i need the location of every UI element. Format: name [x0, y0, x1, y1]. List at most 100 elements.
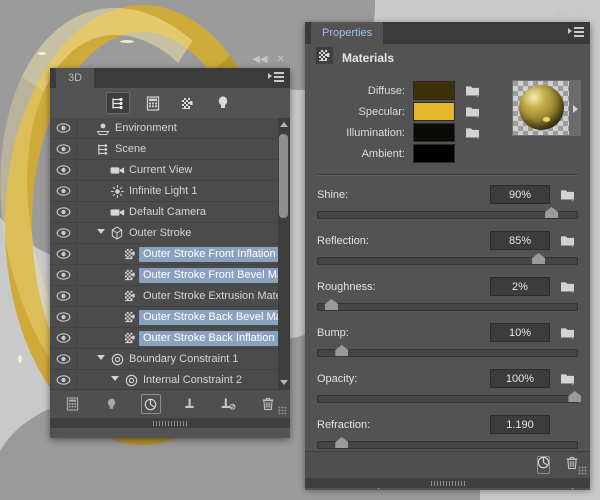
visibility-toggle[interactable] — [50, 244, 77, 264]
materials-filter-button[interactable] — [176, 92, 200, 114]
close-icon[interactable]: ✕ — [277, 55, 285, 65]
slider-value-field[interactable]: 10% — [490, 323, 550, 342]
scene-row-body[interactable]: Default Camera — [77, 202, 290, 222]
visibility-toggle[interactable] — [50, 349, 77, 369]
scene-row-body[interactable]: Current View — [77, 160, 290, 180]
slider-thumb[interactable] — [532, 253, 546, 264]
scene-list-row[interactable]: Infinite Light 1 — [50, 181, 290, 202]
slider-thumb[interactable] — [568, 391, 582, 402]
scene-list-row[interactable]: Boundary Constraint 1 — [50, 349, 290, 370]
close-icon[interactable]: ✕ — [577, 9, 585, 19]
render-button[interactable] — [537, 456, 550, 474]
scene-list-row[interactable]: Scene — [50, 139, 290, 160]
twirl-toggle[interactable] — [95, 229, 107, 237]
scroll-up-arrow[interactable] — [280, 122, 288, 127]
delete-button[interactable] — [566, 456, 578, 475]
texture-folder-button[interactable] — [465, 104, 483, 119]
color-swatch[interactable] — [413, 81, 455, 100]
tab-properties[interactable]: Properties — [311, 22, 384, 44]
visibility-toggle[interactable] — [50, 265, 77, 285]
scene-list-row[interactable]: Outer Stroke Back Inflation M... — [50, 328, 290, 349]
scene-row-body[interactable]: Scene — [77, 139, 290, 159]
panel-menu-icon[interactable] — [268, 72, 284, 84]
scene-list-row[interactable]: Outer Stroke Back Bevel Mat... — [50, 307, 290, 328]
visibility-toggle[interactable] — [50, 118, 77, 138]
texture-folder-button[interactable] — [560, 371, 578, 386]
visibility-toggle[interactable] — [50, 307, 77, 327]
scroll-down-arrow[interactable] — [280, 380, 288, 385]
scene-list-row[interactable]: Outer Stroke Front Bevel Mat... — [50, 265, 290, 286]
visibility-toggle[interactable] — [50, 202, 77, 222]
3d-scene-list[interactable]: Environment Scene Current View Infinite Lig… — [50, 118, 290, 389]
new-light-button[interactable] — [102, 394, 122, 414]
slider-track[interactable] — [317, 345, 578, 357]
texture-folder-button[interactable] — [560, 279, 578, 294]
delete-button[interactable] — [258, 394, 278, 414]
slider-value-field[interactable]: 2% — [490, 277, 550, 296]
slider-value-field[interactable]: 90% — [490, 185, 550, 204]
slider-track[interactable] — [317, 253, 578, 265]
color-swatch[interactable] — [413, 102, 455, 121]
scene-list-row[interactable]: Default Camera — [50, 202, 290, 223]
slider-value-field[interactable]: 85% — [490, 231, 550, 250]
slider-track[interactable] — [317, 207, 578, 219]
visibility-toggle[interactable] — [50, 286, 77, 306]
slider-track[interactable] — [317, 437, 578, 449]
scene-row-body[interactable]: Boundary Constraint 1 — [77, 349, 290, 369]
scene-row-body[interactable]: Internal Constraint 2 — [77, 370, 290, 389]
render-button[interactable] — [141, 394, 161, 414]
texture-folder-button[interactable] — [560, 233, 578, 248]
scene-list-row[interactable]: Outer Stroke — [50, 223, 290, 244]
twirl-toggle[interactable] — [95, 355, 107, 363]
panel-drag-handle[interactable] — [305, 478, 590, 488]
visibility-toggle[interactable] — [50, 223, 77, 243]
visibility-toggle[interactable] — [50, 370, 77, 389]
texture-folder-button[interactable] — [560, 325, 578, 340]
scene-row-body[interactable]: Infinite Light 1 — [77, 181, 290, 201]
slider-thumb[interactable] — [324, 299, 338, 310]
panel-menu-icon[interactable] — [568, 27, 584, 39]
color-swatch[interactable] — [413, 123, 455, 142]
scene-list-row[interactable]: Outer Stroke Front Inflation ... — [50, 244, 290, 265]
collapse-icon[interactable]: ◀◀ — [252, 55, 267, 65]
add-constraint-button[interactable] — [180, 394, 200, 414]
material-preview-thumbnail[interactable] — [512, 80, 570, 136]
color-swatch[interactable] — [413, 144, 455, 163]
resize-grip[interactable] — [278, 406, 287, 415]
panel-drag-handle[interactable] — [50, 418, 290, 428]
texture-folder-button[interactable] — [465, 125, 483, 140]
slider-thumb[interactable] — [335, 437, 349, 448]
material-preview[interactable] — [512, 80, 582, 164]
scene-row-body[interactable]: Outer Stroke Front Inflation ... — [77, 244, 290, 264]
slider-thumb[interactable] — [335, 345, 349, 356]
slider-thumb[interactable] — [545, 207, 559, 218]
scene-list-row[interactable]: Internal Constraint 2 — [50, 370, 290, 389]
visibility-toggle[interactable] — [50, 328, 77, 348]
slider-value-field[interactable]: 100% — [490, 369, 550, 388]
tab-3d[interactable]: 3D — [56, 68, 95, 88]
scene-filter-button[interactable] — [105, 92, 130, 114]
collapse-icon[interactable]: ◀◀ — [552, 9, 567, 19]
scene-list-row[interactable]: Current View — [50, 160, 290, 181]
texture-folder-button[interactable] — [465, 83, 483, 98]
texture-folder-button[interactable] — [560, 187, 578, 202]
visibility-toggle[interactable] — [50, 181, 77, 201]
lights-filter-button[interactable] — [211, 92, 235, 114]
scene-row-body[interactable]: Outer Stroke Back Bevel Mat... — [77, 307, 290, 327]
visibility-toggle[interactable] — [50, 139, 77, 159]
mesh-filter-button[interactable] — [141, 92, 165, 114]
scene-row-body[interactable]: Outer Stroke Back Inflation M... — [77, 328, 290, 348]
visibility-toggle[interactable] — [50, 160, 77, 180]
scene-list-row[interactable]: Environment — [50, 118, 290, 139]
scene-row-body[interactable]: Outer Stroke — [77, 223, 290, 243]
resize-grip[interactable] — [578, 466, 587, 475]
scene-list-row[interactable]: Outer Stroke Extrusion Material — [50, 286, 290, 307]
scene-list-scrollbar[interactable] — [278, 118, 290, 389]
scene-row-body[interactable]: Environment — [77, 118, 290, 138]
delete-constraint-button[interactable] — [219, 394, 239, 414]
twirl-toggle[interactable] — [109, 376, 121, 384]
slider-value-field[interactable]: 1.190 — [490, 415, 550, 434]
slider-track[interactable] — [317, 391, 582, 403]
slider-track[interactable] — [317, 299, 578, 311]
scene-row-body[interactable]: Outer Stroke Extrusion Material — [77, 286, 290, 306]
